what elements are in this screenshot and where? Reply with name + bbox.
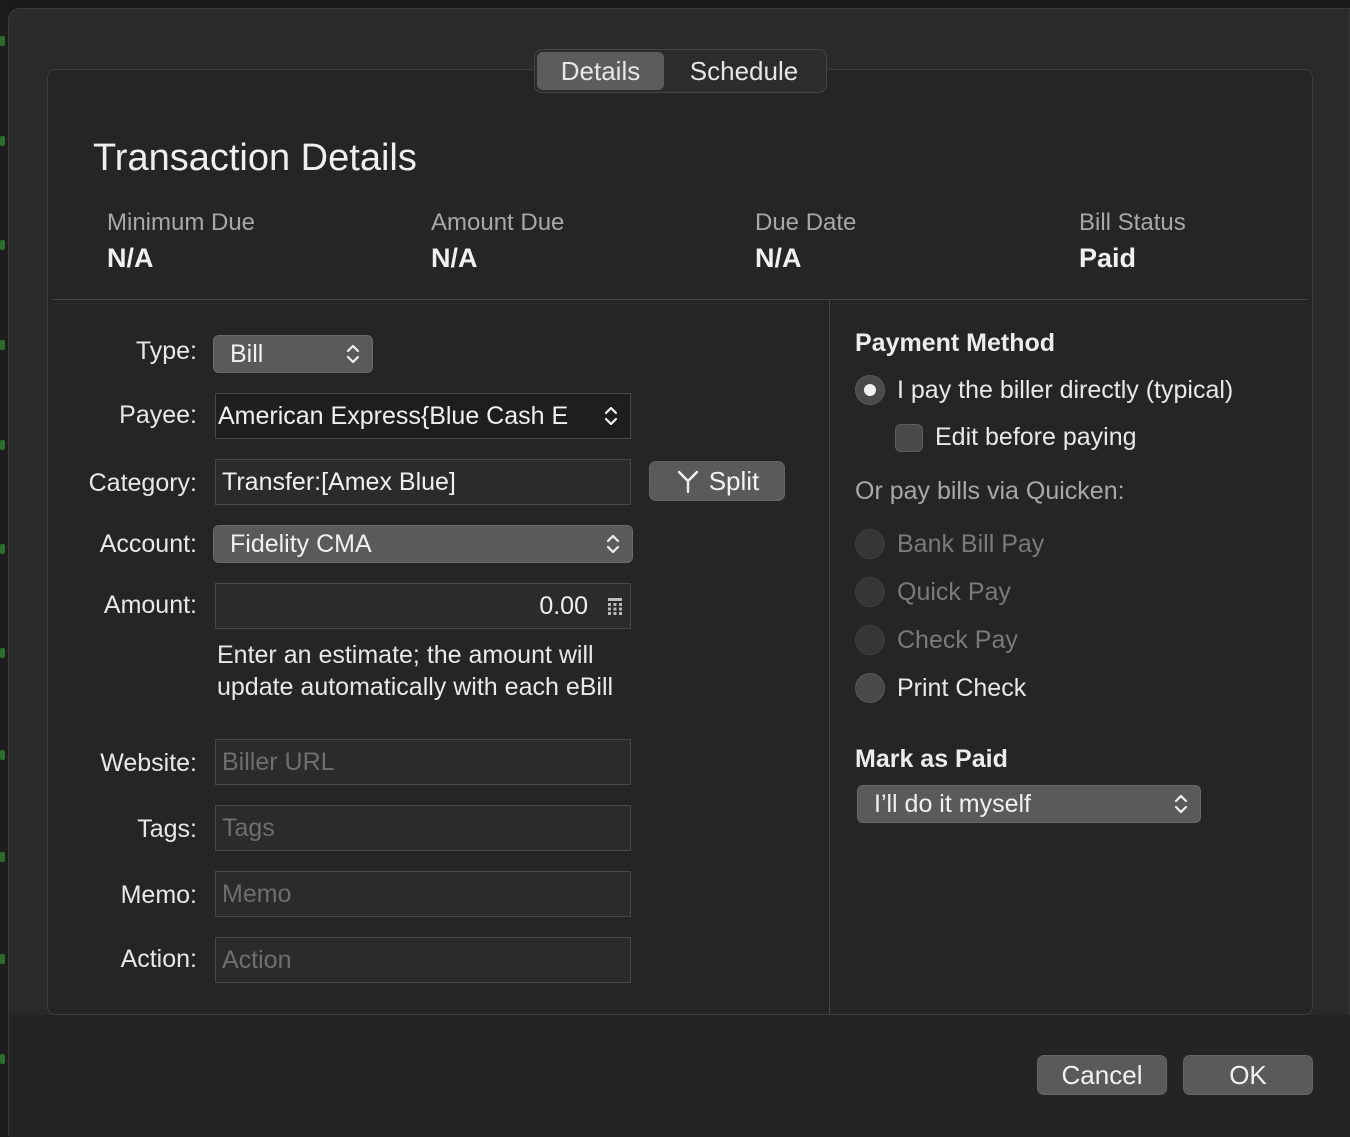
payment-method-title: Payment Method bbox=[855, 329, 1056, 357]
tags-field[interactable]: Tags bbox=[215, 805, 631, 851]
type-popup[interactable]: Bill bbox=[213, 335, 373, 373]
checkbox-edit-before-paying[interactable]: Edit before paying bbox=[895, 423, 1137, 452]
split-button[interactable]: Split bbox=[649, 461, 785, 501]
radio-button-selected[interactable] bbox=[855, 375, 885, 405]
tab-schedule[interactable]: Schedule bbox=[664, 52, 824, 90]
radio-button[interactable] bbox=[855, 529, 885, 559]
amount-hint-line1: Enter an estimate; the amount will bbox=[217, 641, 594, 669]
website-placeholder: Biller URL bbox=[222, 747, 335, 776]
amount-hint: Enter an estimate; the amount will updat… bbox=[217, 639, 613, 703]
transaction-details-dialog: Details Schedule Transaction Details Min… bbox=[8, 8, 1350, 1137]
radio-bank-bill-pay[interactable]: Bank Bill Pay bbox=[855, 529, 1044, 559]
radio-button[interactable] bbox=[855, 625, 885, 655]
amount-value: 0.00 bbox=[539, 591, 588, 620]
memo-placeholder: Memo bbox=[222, 879, 292, 908]
bank-bill-pay-label: Bank Bill Pay bbox=[897, 529, 1045, 558]
account-label: Account: bbox=[99, 530, 197, 558]
bill-status-value: Paid bbox=[1079, 243, 1137, 273]
payee-label: Payee: bbox=[119, 401, 197, 429]
mark-as-paid-value: I’ll do it myself bbox=[874, 789, 1031, 818]
radio-print-check[interactable]: Print Check bbox=[855, 673, 1026, 703]
split-label: Split bbox=[708, 465, 760, 496]
calculator-icon[interactable] bbox=[607, 597, 623, 615]
print-check-label: Print Check bbox=[897, 673, 1027, 702]
amount-due-label: Amount Due bbox=[431, 209, 565, 236]
chevron-updown-icon bbox=[346, 344, 360, 364]
page-title: Transaction Details bbox=[93, 137, 417, 179]
amount-label: Amount: bbox=[103, 591, 197, 619]
check-pay-label: Check Pay bbox=[897, 625, 1018, 654]
pay-via-quicken-label: Or pay bills via Quicken: bbox=[855, 477, 1125, 505]
memo-label: Memo: bbox=[120, 881, 197, 909]
action-field[interactable]: Action bbox=[215, 937, 631, 983]
payee-value: American Express{Blue Cash E bbox=[218, 401, 569, 430]
bill-status-label: Bill Status bbox=[1079, 209, 1186, 236]
category-label: Category: bbox=[88, 469, 197, 497]
due-date-value: N/A bbox=[755, 243, 802, 273]
quick-pay-label: Quick Pay bbox=[897, 577, 1011, 606]
tab-details[interactable]: Details bbox=[537, 52, 664, 90]
type-value: Bill bbox=[230, 339, 264, 368]
memo-field[interactable]: Memo bbox=[215, 871, 631, 917]
account-popup[interactable]: Fidelity CMA bbox=[213, 525, 633, 563]
radio-quick-pay[interactable]: Quick Pay bbox=[855, 577, 1011, 607]
tags-label: Tags: bbox=[137, 815, 197, 843]
amount-due-value: N/A bbox=[431, 243, 478, 273]
due-date-label: Due Date bbox=[755, 209, 857, 236]
mark-as-paid-title: Mark as Paid bbox=[855, 745, 1008, 773]
type-label: Type: bbox=[135, 337, 197, 365]
payee-combo[interactable]: American Express{Blue Cash E bbox=[215, 393, 631, 439]
category-value: Transfer:[Amex Blue] bbox=[222, 467, 456, 496]
website-field[interactable]: Biller URL bbox=[215, 739, 631, 785]
minimum-due-label: Minimum Due bbox=[107, 209, 256, 236]
website-label: Website: bbox=[100, 749, 197, 777]
edit-before-paying-label: Edit before paying bbox=[935, 423, 1137, 451]
radio-check-pay[interactable]: Check Pay bbox=[855, 625, 1018, 655]
minimum-due-value: N/A bbox=[107, 243, 154, 273]
mark-as-paid-popup[interactable]: I’ll do it myself bbox=[857, 785, 1201, 823]
chevron-updown-icon bbox=[1174, 794, 1188, 814]
tab-segmented-control: Details Schedule bbox=[534, 49, 827, 93]
split-icon bbox=[677, 470, 698, 494]
radio-button[interactable] bbox=[855, 673, 885, 703]
cancel-button[interactable]: Cancel bbox=[1037, 1055, 1167, 1095]
vertical-divider bbox=[829, 299, 830, 1015]
radio-pay-directly[interactable]: I pay the biller directly (typical) bbox=[855, 375, 1233, 405]
category-field[interactable]: Transfer:[Amex Blue] bbox=[215, 459, 631, 505]
pay-directly-label: I pay the biller directly (typical) bbox=[897, 375, 1234, 404]
amount-field[interactable]: 0.00 bbox=[215, 583, 631, 629]
account-value: Fidelity CMA bbox=[230, 529, 372, 558]
radio-button[interactable] bbox=[855, 577, 885, 607]
action-placeholder: Action bbox=[222, 945, 292, 974]
ok-button[interactable]: OK bbox=[1183, 1055, 1313, 1095]
checkbox[interactable] bbox=[895, 423, 923, 452]
amount-hint-line2: update automatically with each eBill bbox=[217, 673, 614, 701]
action-label: Action: bbox=[120, 945, 197, 973]
chevron-updown-icon[interactable] bbox=[604, 404, 618, 428]
tags-placeholder: Tags bbox=[222, 813, 275, 842]
horizontal-divider bbox=[53, 299, 1307, 300]
chevron-updown-icon bbox=[606, 534, 620, 554]
